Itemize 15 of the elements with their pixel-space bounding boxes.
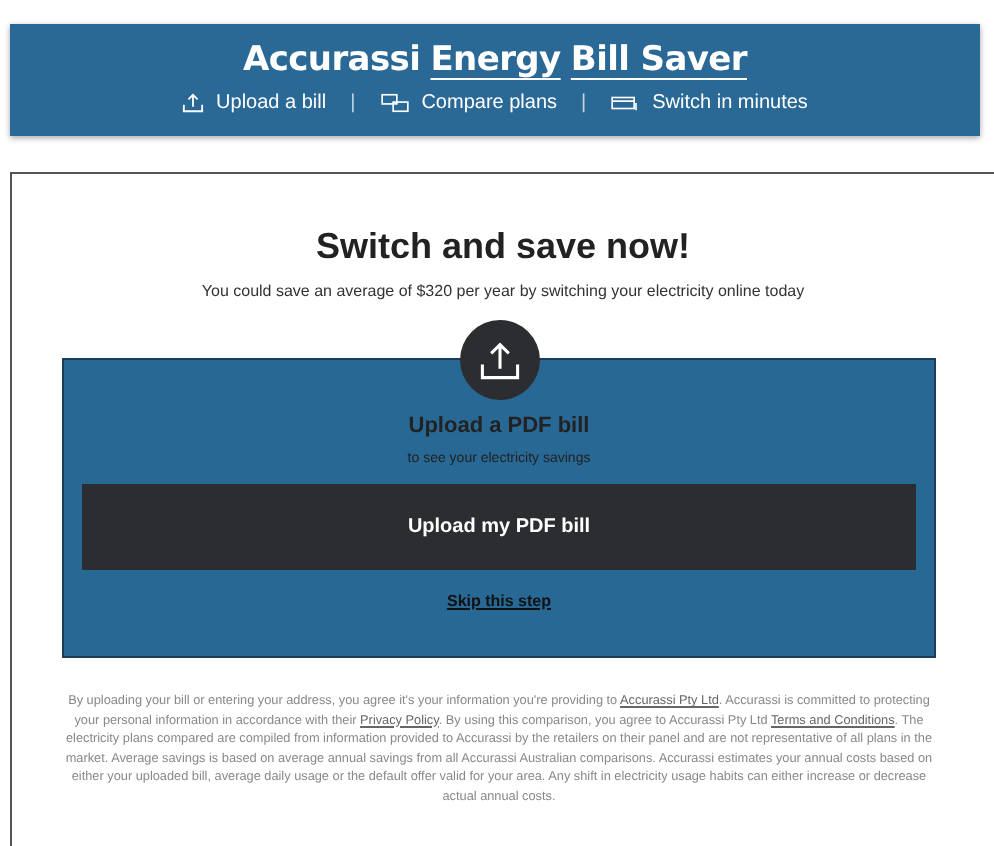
feature-label: Upload a bill	[216, 92, 327, 114]
site-title: Accurassi Energy Bill Saver	[243, 40, 747, 80]
card-icon	[610, 92, 641, 114]
feature-label: Switch in minutes	[652, 92, 808, 114]
subheading: You could save an average of $320 per year by switching your electricity online today	[201, 282, 805, 300]
skip-link[interactable]: Skip this step	[446, 592, 551, 610]
cards-icon	[379, 92, 410, 114]
panel-title: Upload a PDF bill	[408, 414, 590, 438]
heading: Switch and save now!	[315, 226, 691, 268]
feature-label: Compare plans	[421, 92, 558, 114]
separator: |	[581, 92, 587, 114]
upload-button[interactable]: Upload my PDF bill	[82, 484, 916, 570]
upload-icon	[460, 320, 540, 400]
upload-icon	[182, 92, 205, 114]
separator: |	[350, 92, 356, 114]
